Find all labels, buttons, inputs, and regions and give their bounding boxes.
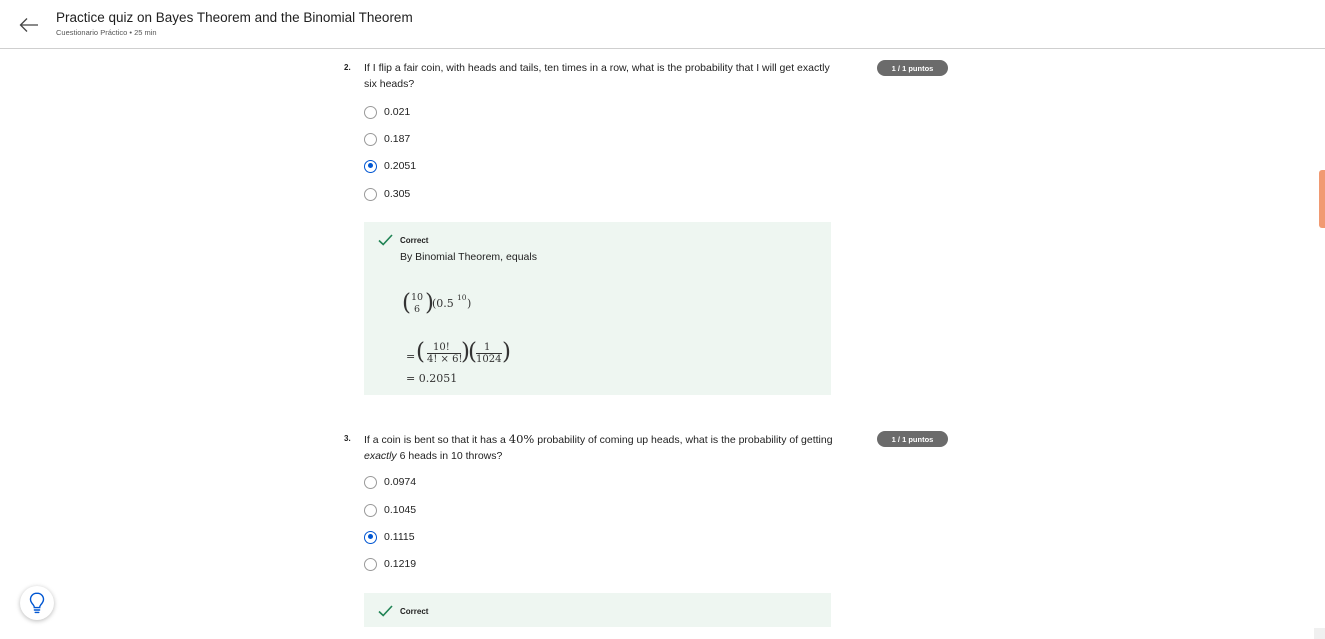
question-text: If a coin is bent so that it has a 40% p… bbox=[364, 432, 833, 462]
scrollbar-corner bbox=[1314, 628, 1325, 639]
answer-option[interactable]: 0.1219 bbox=[364, 556, 416, 572]
option-label: 0.1219 bbox=[384, 558, 417, 570]
question-text: If I flip a fair coin, with heads and ta… bbox=[364, 62, 830, 90]
radio-button[interactable] bbox=[364, 557, 377, 571]
radio-button[interactable] bbox=[364, 475, 377, 489]
page-title: Practice quiz on Bayes Theorem and the B… bbox=[56, 10, 413, 25]
radio-button[interactable] bbox=[364, 503, 377, 517]
page-subtitle: Cuestionario Práctico • 25 min bbox=[56, 28, 157, 37]
option-label: 0.305 bbox=[384, 188, 411, 200]
question-number: 3. bbox=[344, 434, 351, 443]
option-label: 0.1045 bbox=[384, 504, 417, 516]
answer-option[interactable]: 0.187 bbox=[364, 131, 410, 147]
checkmark-icon bbox=[378, 605, 393, 617]
back-button[interactable] bbox=[16, 12, 42, 38]
feedback-panel: Correct bbox=[364, 593, 831, 627]
answer-option[interactable]: 0.0974 bbox=[364, 474, 416, 490]
option-label: 0.187 bbox=[384, 133, 411, 145]
page-header: Practice quiz on Bayes Theorem and the B… bbox=[0, 0, 1325, 49]
radio-button[interactable] bbox=[364, 187, 377, 201]
option-label: 0.0974 bbox=[384, 476, 417, 488]
radio-button[interactable] bbox=[364, 105, 377, 119]
feedback-status: Correct bbox=[400, 236, 429, 245]
score-badge: 1 / 1 puntos bbox=[877, 60, 948, 76]
arrow-left-icon bbox=[19, 18, 38, 32]
feedback-status: Correct bbox=[400, 607, 429, 616]
math-binomial-expression: ( 10 6 ) (0.5 10 ) bbox=[402, 290, 472, 316]
math-result: = 0.2051 bbox=[406, 372, 458, 385]
help-button[interactable] bbox=[20, 586, 54, 620]
answer-option[interactable]: 0.021 bbox=[364, 104, 410, 120]
answer-option-selected[interactable]: 0.1115 bbox=[364, 529, 415, 545]
scrollbar-thumb[interactable] bbox=[1319, 170, 1325, 228]
checkmark-icon bbox=[378, 234, 393, 246]
radio-button-selected[interactable] bbox=[364, 530, 377, 544]
feedback-panel: Correct By Binomial Theorem, equals ( 10… bbox=[364, 222, 831, 395]
feedback-text: By Binomial Theorem, equals bbox=[400, 251, 537, 263]
answer-option[interactable]: 0.1045 bbox=[364, 502, 416, 518]
radio-button-selected[interactable] bbox=[364, 159, 377, 173]
lightbulb-icon bbox=[29, 592, 45, 614]
option-label: 0.2051 bbox=[384, 160, 417, 172]
option-label: 0.1115 bbox=[384, 531, 415, 543]
answer-option-selected[interactable]: 0.2051 bbox=[364, 158, 416, 174]
question-number: 2. bbox=[344, 63, 351, 72]
radio-button[interactable] bbox=[364, 132, 377, 146]
math-fraction-expression: = ( 10! 4! × 6! ) ( 1 1024 ) bbox=[406, 339, 511, 365]
answer-option[interactable]: 0.305 bbox=[364, 186, 410, 202]
option-label: 0.021 bbox=[384, 106, 411, 118]
score-badge: 1 / 1 puntos bbox=[877, 431, 948, 447]
